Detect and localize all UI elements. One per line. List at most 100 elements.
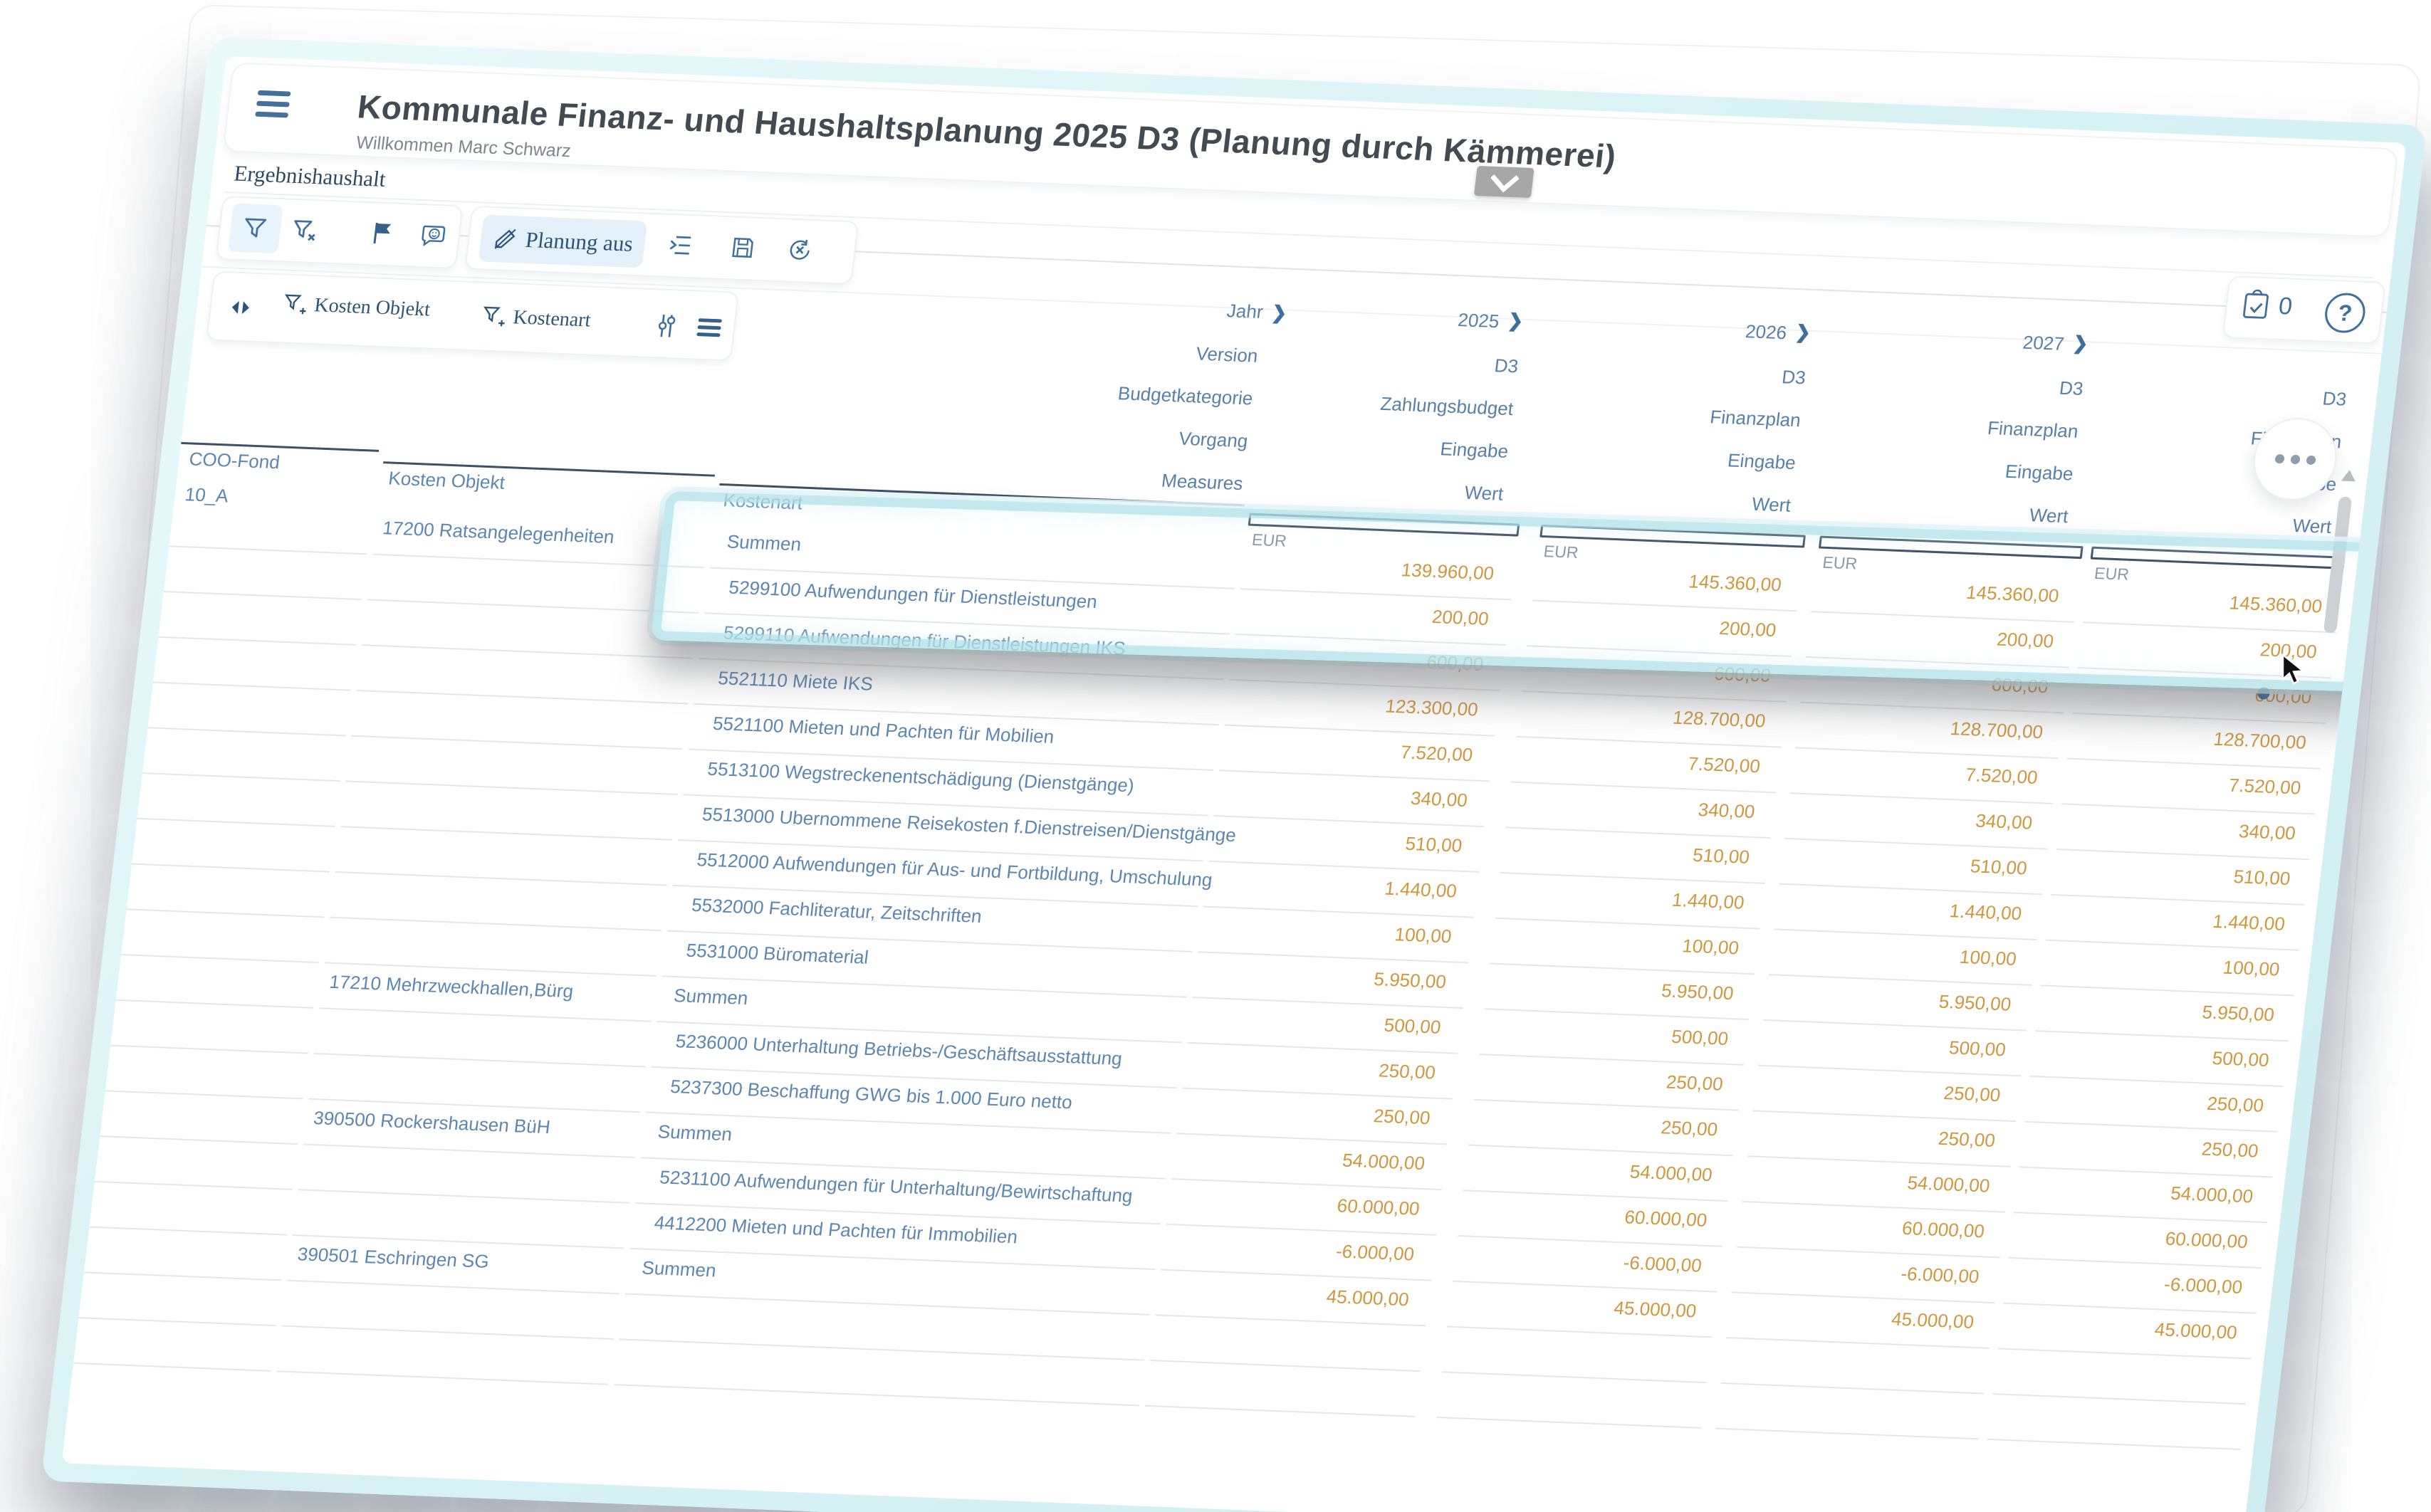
value-cell[interactable]: 45.000,00 (2153, 1318, 2238, 1343)
coo-fond-member[interactable]: 10_A (184, 483, 229, 507)
value-cell[interactable]: 45.000,00 (1613, 1297, 1698, 1322)
value-cell[interactable]: 510,00 (1692, 844, 1751, 868)
value-cell[interactable]: 123.300,00 (1384, 695, 1480, 720)
value-cell[interactable]: 340,00 (1697, 799, 1756, 823)
value-cell[interactable]: 5.950,00 (1373, 968, 1448, 993)
value-cell[interactable]: 60.000,00 (2164, 1228, 2249, 1253)
kosten-objekt-member[interactable]: 17210 Mehrzweckhallen,Bürg (328, 971, 575, 1003)
kosten-objekt-member[interactable]: 390500 Rockershausen BüH (313, 1107, 552, 1138)
value-cell[interactable]: 340,00 (1975, 810, 2034, 834)
kosten-objekt-header[interactable]: Kosten Objekt (387, 468, 506, 494)
value-cell[interactable]: 45.000,00 (1325, 1286, 1410, 1311)
dimension-label-measures[interactable]: Measures (1014, 464, 1244, 495)
filter-clear-icon[interactable] (283, 209, 327, 251)
kosten-objekt-member[interactable]: 390501 Eschringen SG (296, 1243, 490, 1273)
value-cell[interactable]: 500,00 (1671, 1026, 1730, 1050)
value-cell[interactable]: 5.950,00 (1661, 980, 1735, 1004)
col-3-year[interactable]: 2027 (2022, 332, 2065, 355)
value-cell[interactable]: 54.000,00 (1628, 1161, 1713, 1186)
value-cell[interactable]: 5.950,00 (2201, 1001, 2276, 1026)
kostenart-row-label[interactable]: 5512000 Aufwendungen für Aus- und Fortbi… (696, 849, 1213, 891)
value-cell[interactable]: 250,00 (2206, 1093, 2265, 1117)
value-cell[interactable]: -6.000,00 (2163, 1274, 2243, 1298)
value-cell[interactable]: 60.000,00 (1336, 1195, 1421, 1219)
value-cell[interactable]: 250,00 (1660, 1116, 1719, 1140)
indent-icon[interactable] (658, 224, 702, 266)
dimension-label-version[interactable]: Version (1029, 336, 1259, 367)
flag-icon[interactable] (361, 213, 405, 254)
chevron-right-icon[interactable]: ❯ (1270, 302, 1288, 325)
prev-next-icon[interactable] (221, 287, 265, 328)
value-cell[interactable]: 128.700,00 (1671, 707, 1767, 733)
value-cell[interactable]: 7.520,00 (1965, 764, 2039, 789)
value-cell[interactable]: 250,00 (1665, 1071, 1724, 1096)
menu-icon[interactable] (687, 307, 731, 348)
value-cell[interactable]: 510,00 (2232, 866, 2291, 890)
kosten-objekt-member[interactable]: 17200 Ratsangelegenheiten (382, 517, 616, 548)
value-cell[interactable]: 1.440,00 (2212, 910, 2286, 935)
help-icon[interactable]: ? (2323, 293, 2367, 334)
value-cell[interactable]: 45.000,00 (1891, 1308, 1975, 1333)
value-cell[interactable]: 100,00 (1958, 946, 2017, 970)
value-cell[interactable]: 500,00 (2211, 1047, 2270, 1071)
save-icon[interactable] (721, 227, 765, 268)
value-cell[interactable]: -6.000,00 (1900, 1263, 1980, 1288)
col-1-year[interactable]: 2025 (1457, 309, 1500, 332)
value-cell[interactable]: 1.440,00 (1948, 900, 2023, 925)
value-cell[interactable]: -6.000,00 (1622, 1251, 1703, 1276)
chevron-right-icon[interactable]: ❯ (1794, 321, 1812, 344)
value-cell[interactable]: 128.700,00 (2212, 728, 2308, 754)
value-cell[interactable]: 340,00 (1409, 787, 1468, 812)
dimension-label-budgetkategorie[interactable]: Budgetkategorie (1024, 379, 1254, 410)
value-cell[interactable]: -6.000,00 (1334, 1240, 1415, 1265)
value-cell[interactable]: 250,00 (1943, 1082, 2002, 1106)
dimension-label-jahr[interactable]: Jahr (1034, 292, 1264, 323)
value-cell[interactable]: 5.950,00 (1938, 991, 2012, 1016)
value-cell[interactable]: 7.520,00 (1687, 752, 1762, 777)
filter-icon[interactable] (233, 208, 277, 249)
kostenart-filter[interactable]: Kostenart (481, 305, 592, 333)
value-cell[interactable]: 7.520,00 (1399, 741, 1474, 766)
value-cell[interactable]: 60.000,00 (1624, 1206, 1708, 1231)
value-cell[interactable]: 54.000,00 (2170, 1182, 2254, 1207)
planung-aus-button[interactable]: Planung aus (479, 214, 648, 268)
kostenart-row-label[interactable]: 5531000 Büromaterial (685, 940, 869, 969)
value-cell[interactable]: 100,00 (1681, 935, 1740, 959)
sum-row-label[interactable]: Summen (657, 1120, 733, 1145)
col-2-year[interactable]: 2026 (1744, 320, 1787, 344)
value-cell[interactable]: 340,00 (2237, 820, 2296, 844)
value-cell[interactable]: 500,00 (1383, 1014, 1442, 1039)
value-cell[interactable]: 510,00 (1404, 833, 1463, 857)
value-cell[interactable]: 250,00 (1378, 1060, 1437, 1084)
value-cell[interactable]: 100,00 (1394, 923, 1453, 947)
kostenart-row-label[interactable]: 5513000 Ubernommene Reisekosten f.Dienst… (701, 803, 1237, 846)
settings-sliders-icon[interactable] (644, 305, 689, 347)
value-cell[interactable]: 1.440,00 (1671, 889, 1745, 914)
collapse-header-button[interactable] (1474, 166, 1535, 198)
value-cell[interactable]: 250,00 (2200, 1138, 2259, 1162)
value-cell[interactable]: 500,00 (1948, 1036, 2007, 1061)
sum-row-label[interactable]: Summen (641, 1257, 718, 1282)
value-cell[interactable]: 100,00 (2222, 957, 2281, 981)
kostenart-row-label[interactable]: 5532000 Fachliteratur, Zeitschriften (691, 894, 983, 928)
value-cell[interactable]: 250,00 (1937, 1128, 1996, 1152)
tasks-indicator[interactable]: 0 (2240, 289, 2294, 322)
kostenart-row-label[interactable]: 5521100 Mieten und Pachten für Mobilien (711, 713, 1055, 748)
value-cell[interactable]: 60.000,00 (1901, 1217, 1985, 1242)
chevron-right-icon[interactable]: ❯ (2071, 332, 2089, 355)
coo-fond-header[interactable]: COO-Fond (188, 448, 281, 473)
value-cell[interactable]: 54.000,00 (1342, 1150, 1426, 1175)
kostenart-row-label[interactable]: 5231100 Aufwendungen für Unterhaltung/Be… (659, 1166, 1134, 1207)
comment-icon[interactable] (412, 215, 456, 256)
discard-icon[interactable] (778, 229, 822, 271)
hamburger-menu-icon[interactable] (254, 85, 291, 124)
value-cell[interactable]: 250,00 (1372, 1105, 1431, 1129)
kostenart-row-label[interactable]: 4412200 Mieten und Pachten für Immobilie… (653, 1212, 1018, 1248)
value-cell[interactable]: 128.700,00 (1949, 718, 2044, 743)
kosten-objekt-filter[interactable]: Kosten Objekt (282, 292, 432, 322)
value-cell[interactable]: 7.520,00 (2227, 775, 2302, 799)
kostenart-row-label[interactable]: 5521110 Miete IKS (717, 667, 874, 695)
chevron-right-icon[interactable]: ❯ (1507, 310, 1525, 332)
sum-row-label[interactable]: Summen (673, 985, 750, 1009)
value-cell[interactable]: 1.440,00 (1384, 878, 1458, 903)
